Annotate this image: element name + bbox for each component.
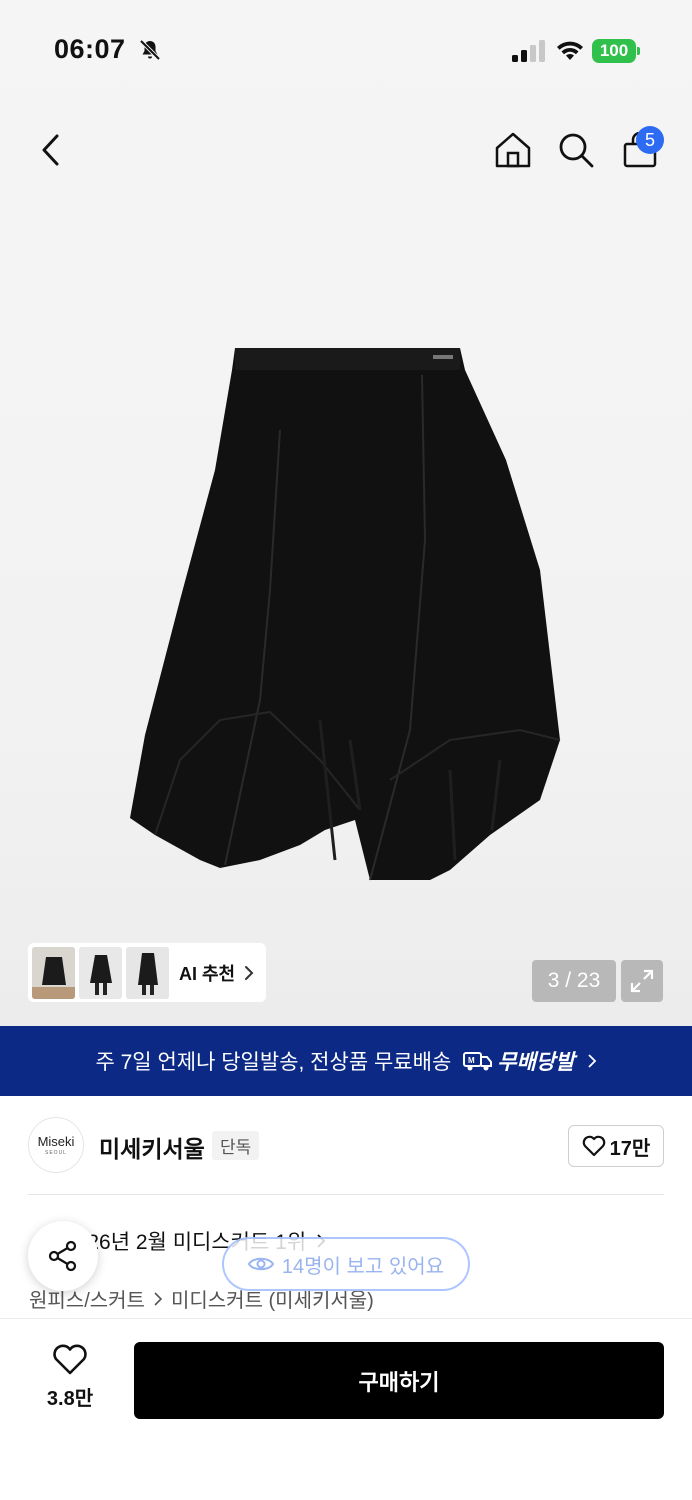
free-shipping-banner[interactable]: 주 7일 언제나 당일발송, 전상품 무료배송 M 무배당발: [0, 1026, 692, 1096]
promo-brand: 무배당발: [497, 1051, 575, 1074]
heart-icon: [582, 1135, 605, 1157]
brand-like-count: 17만: [609, 1137, 651, 1160]
brand-logo-text: Miseki: [37, 1134, 75, 1149]
chevron-right-icon: [154, 1291, 163, 1306]
eye-icon: [247, 1257, 274, 1271]
thumbnail-1[interactable]: [32, 946, 75, 999]
brand-logo-subtext: SEOUL: [45, 1150, 67, 1156]
battery-tip: [637, 47, 640, 55]
section-divider: [28, 1194, 664, 1195]
viewers-toast: 14명이 보고 있어요: [222, 1237, 470, 1291]
share-button[interactable]: [28, 1221, 98, 1291]
ai-recommend-label: AI 추천: [179, 963, 236, 984]
promo-text: 주 7일 언제나 당일발송, 전상품 무료배송: [95, 1051, 452, 1074]
viewers-text: 14명이 보고 있어요: [281, 1255, 445, 1278]
search-icon: [559, 133, 594, 168]
wishlist-button[interactable]: 3.8만: [30, 1344, 110, 1418]
wishlist-count: 3.8만: [46, 1388, 94, 1410]
ai-recommend-strip[interactable]: AI 추천: [28, 943, 266, 1002]
status-time: 06:07: [54, 34, 126, 64]
product-image-skirt[interactable]: [120, 340, 580, 900]
signal-icon: [512, 40, 545, 62]
back-button[interactable]: [26, 124, 74, 176]
brand-logo[interactable]: Miseki SEOUL: [28, 1117, 84, 1173]
home-icon: [495, 132, 531, 168]
product-hero: 06:07 100 5 AI 추천 3 / 23: [0, 0, 692, 1026]
breadcrumb-category[interactable]: 원피스/스커트: [29, 1284, 145, 1313]
heart-icon: [53, 1344, 87, 1375]
chevron-left-icon: [42, 134, 59, 166]
svg-text:M: M: [468, 1056, 475, 1065]
buy-button[interactable]: 구매하기: [134, 1342, 664, 1419]
battery-indicator: 100: [592, 39, 636, 63]
exclusive-badge: 단독: [212, 1131, 260, 1160]
brand-like-button[interactable]: 17만: [568, 1125, 664, 1167]
delivery-truck-icon: M: [463, 1052, 493, 1071]
chevron-right-icon: [245, 965, 254, 980]
brand-name[interactable]: 미세키서울: [99, 1130, 205, 1164]
search-button[interactable]: [553, 124, 599, 176]
home-button[interactable]: [490, 124, 536, 176]
chevron-right-icon: [587, 1054, 596, 1068]
expand-image-button[interactable]: [621, 960, 663, 1002]
share-icon: [48, 1240, 77, 1272]
wifi-icon: [557, 41, 583, 60]
cart-count-badge: 5: [636, 126, 664, 154]
expand-icon: [630, 969, 654, 993]
bell-off-icon: [139, 39, 161, 61]
image-counter: 3 / 23: [532, 960, 616, 1002]
thumbnail-3[interactable]: [126, 946, 169, 999]
thumbnail-2[interactable]: [79, 946, 122, 999]
